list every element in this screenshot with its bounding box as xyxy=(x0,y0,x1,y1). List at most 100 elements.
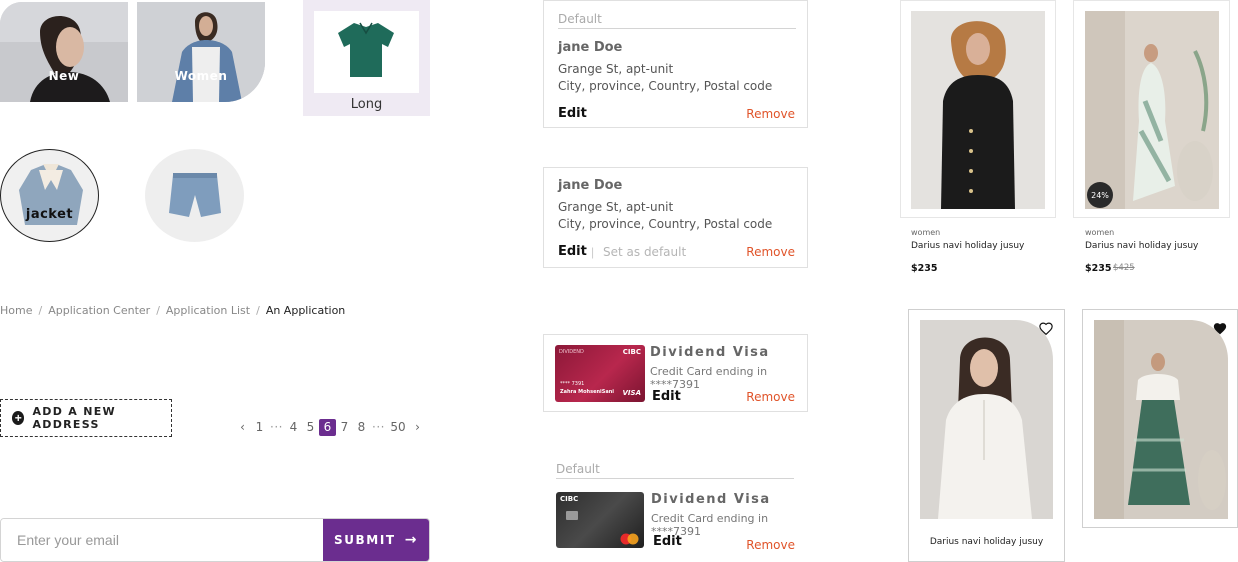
email-input[interactable] xyxy=(1,519,323,561)
remove-address-link[interactable]: Remove xyxy=(746,107,795,121)
product-image xyxy=(920,320,1053,519)
product-card[interactable]: Darius navi holiday jusuy xyxy=(908,309,1065,562)
product-price: $235 xyxy=(1085,263,1112,274)
address-line-1: Grange St, apt-unit xyxy=(558,200,674,214)
address-card: jane Doe Grange St, apt-unit City, provi… xyxy=(543,167,808,268)
arrow-right-icon: → xyxy=(404,532,419,548)
category-tile-new[interactable]: New xyxy=(0,2,128,102)
pagination: ‹ 1 ··· 4 5 6 7 8 ··· 50 › xyxy=(234,418,426,436)
product-image xyxy=(1094,320,1228,519)
category-tile-shorts[interactable] xyxy=(145,149,244,242)
product-name: Darius navi holiday jusuy xyxy=(911,241,1025,251)
card-brand: VISA xyxy=(622,389,641,397)
product-name: Darius navi holiday jusuy xyxy=(929,537,1044,547)
address-line-2: City, province, Country, Postal code xyxy=(558,79,773,93)
remove-card-link[interactable]: Remove xyxy=(746,538,795,552)
divider xyxy=(556,478,794,479)
add-new-address-button[interactable]: + ADD A NEW ADDRESS xyxy=(0,399,172,437)
category-women-photo xyxy=(137,2,265,102)
address-name: jane Doe xyxy=(558,178,623,193)
product-category: women xyxy=(1085,228,1115,237)
product-old-price: $425 xyxy=(1113,263,1135,273)
card-top-text: DIVIDEND xyxy=(559,349,584,355)
pagination-prev-chevron-left-icon[interactable]: ‹ xyxy=(234,419,251,436)
breadcrumb-application-center[interactable]: Application Center xyxy=(48,304,150,317)
pagination-page[interactable]: 8 xyxy=(353,419,370,436)
product-image xyxy=(911,11,1045,209)
breadcrumb: Home / Application Center / Application List… xyxy=(0,304,345,317)
discount-badge: 24% xyxy=(1087,182,1113,208)
payment-card-default: Default CIBC Dividend Visa Credit Card e… xyxy=(543,460,808,556)
breadcrumb-separator: / xyxy=(256,304,260,317)
pagination-page-active[interactable]: 6 xyxy=(319,418,336,436)
divider xyxy=(558,28,796,29)
pagination-page[interactable]: 4 xyxy=(285,419,302,436)
category-new-photo xyxy=(0,2,128,102)
category-tile-jacket[interactable]: jacket xyxy=(0,149,99,242)
card-bank-logo: CIBC xyxy=(622,348,641,356)
card-title: Dividend Visa xyxy=(651,492,771,507)
address-line-2: City, province, Country, Postal code xyxy=(558,217,773,231)
heart-filled-icon[interactable] xyxy=(1213,322,1227,335)
default-label: Default xyxy=(558,12,602,26)
category-tile-women[interactable]: Women xyxy=(137,2,265,102)
product-image-frame xyxy=(900,0,1056,218)
pagination-ellipsis[interactable]: ··· xyxy=(268,419,285,436)
breadcrumb-home[interactable]: Home xyxy=(0,304,32,317)
pagination-page[interactable]: 1 xyxy=(251,419,268,436)
category-jacket-label: jacket xyxy=(25,207,74,222)
product-category: women xyxy=(911,228,941,237)
edit-card-link[interactable]: Edit xyxy=(652,389,681,404)
product-card[interactable]: 24% women Darius navi holiday jusuy $235… xyxy=(1073,0,1230,280)
product-image-frame: 24% xyxy=(1073,0,1230,218)
breadcrumb-current: An Application xyxy=(265,304,346,317)
email-subscribe-form: SUBMIT → xyxy=(0,518,430,562)
default-label: Default xyxy=(556,462,600,476)
credit-card-image: CIBC xyxy=(556,492,644,548)
category-tile-long[interactable]: Long xyxy=(303,0,430,116)
card-subtitle: Credit Card ending in ****7391 xyxy=(650,365,768,391)
green-polo-shirt-image xyxy=(338,22,394,77)
breadcrumb-separator: / xyxy=(156,304,160,317)
pagination-ellipsis[interactable]: ··· xyxy=(370,419,387,436)
submit-button-label: SUBMIT xyxy=(333,533,396,547)
edit-card-link[interactable]: Edit xyxy=(653,534,682,549)
product-card[interactable]: women Darius navi holiday jusuy $235 xyxy=(900,0,1056,280)
remove-address-link[interactable]: Remove xyxy=(746,245,795,259)
product-name: Darius navi holiday jusuy xyxy=(1085,241,1199,251)
plus-circle-icon: + xyxy=(12,411,25,425)
add-new-address-label: ADD A NEW ADDRESS xyxy=(32,405,116,431)
pagination-next-chevron-right-icon[interactable]: › xyxy=(409,419,426,436)
pagination-page[interactable]: 5 xyxy=(302,419,319,436)
pagination-page[interactable]: 7 xyxy=(336,419,353,436)
card-holder: Zahra MohseniSani xyxy=(560,389,614,395)
category-long-label: Long xyxy=(350,97,383,112)
breadcrumb-application-list[interactable]: Application List xyxy=(166,304,250,317)
denim-jacket-image xyxy=(19,164,83,225)
divider: | xyxy=(591,245,595,259)
category-new-label: New xyxy=(48,69,80,83)
address-line-1: Grange St, apt-unit xyxy=(558,62,674,76)
set-as-default-link[interactable]: Set as default xyxy=(603,245,686,259)
card-bank-logo: CIBC xyxy=(560,495,579,503)
product-image xyxy=(1085,11,1219,209)
address-name: jane Doe xyxy=(558,40,623,55)
card-chip-icon xyxy=(566,511,578,520)
payment-card: DIVIDEND CIBC **** 7391 Zahra MohseniSan… xyxy=(543,334,808,412)
address-card-default: Default jane Doe Grange St, apt-unit Cit… xyxy=(543,0,808,128)
submit-button[interactable]: SUBMIT → xyxy=(323,519,429,561)
product-price: $235 xyxy=(911,263,938,274)
remove-card-link[interactable]: Remove xyxy=(746,390,795,404)
credit-card-image: DIVIDEND CIBC **** 7391 Zahra MohseniSan… xyxy=(555,345,645,402)
category-long-image-frame xyxy=(314,11,419,93)
mastercard-logo-icon xyxy=(619,532,641,545)
pagination-page[interactable]: 50 xyxy=(387,419,409,436)
denim-shorts-image xyxy=(169,173,221,217)
edit-address-link[interactable]: Edit xyxy=(558,106,587,121)
edit-address-link[interactable]: Edit xyxy=(558,244,587,259)
category-women-label: Women xyxy=(174,69,228,83)
product-card[interactable] xyxy=(1082,309,1238,528)
breadcrumb-separator: / xyxy=(38,304,43,317)
heart-outline-icon[interactable] xyxy=(1039,322,1053,336)
card-title: Dividend Visa xyxy=(650,345,770,360)
